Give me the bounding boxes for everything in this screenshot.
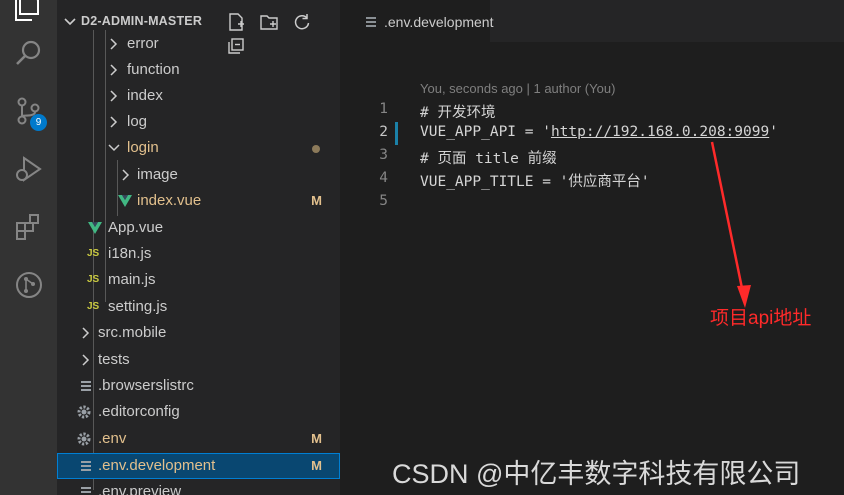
watermark: CSDN @中亿丰数字科技有限公司	[392, 459, 801, 489]
annotation-label: 项目api地址	[710, 308, 812, 329]
annotation-arrow	[710, 141, 751, 308]
